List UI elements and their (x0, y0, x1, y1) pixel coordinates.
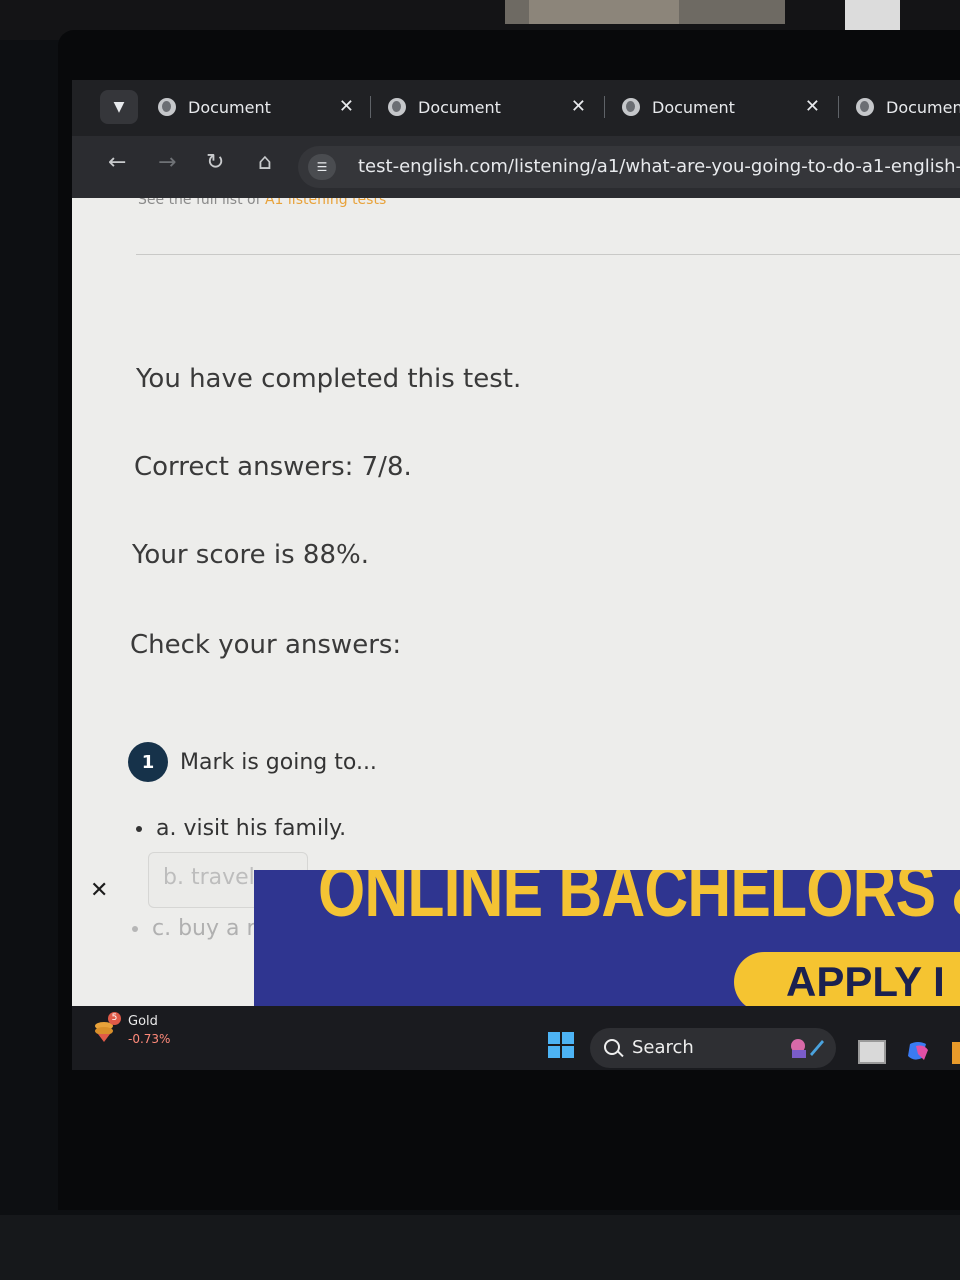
tab-strip: ▼ Document ✕ Document ✕ Document ✕ Docum… (72, 80, 960, 136)
question-text: Mark is going to... (180, 750, 377, 775)
taskbar: 5 Gold -0.73% Search (72, 1006, 960, 1070)
tab-search-button[interactable]: ▼ (100, 90, 138, 124)
tab-document-3[interactable]: Document ✕ (622, 90, 820, 124)
tab-document-2[interactable]: Document ✕ (388, 90, 586, 124)
option-a-label: a. visit his family. (156, 816, 347, 841)
tab-separator (370, 96, 371, 118)
tab-title: Document (886, 97, 960, 117)
reload-icon[interactable]: ↻ (206, 150, 224, 175)
taskbar-search[interactable]: Search (590, 1028, 836, 1068)
background-light (845, 0, 900, 30)
globe-icon (856, 98, 874, 116)
tab-separator (838, 96, 839, 118)
taskbar-folder-icon[interactable] (952, 1042, 960, 1064)
widget-badge: 5 (108, 1012, 121, 1025)
completed-message: You have completed this test. (136, 364, 522, 394)
listening-tests-link[interactable]: A1 listening tests (265, 198, 386, 208)
ad-banner[interactable]: ONLINE BACHELORS & I APPLY I (254, 870, 960, 1012)
globe-icon (622, 98, 640, 116)
score-text: Your score is 88%. (132, 540, 369, 570)
tab-title: Document (652, 97, 735, 117)
copilot-icon[interactable] (906, 1040, 930, 1062)
ad-headline: ONLINE BACHELORS & I (318, 870, 960, 932)
tab-title: Document (188, 97, 271, 117)
widget-change: -0.73% (128, 1032, 171, 1046)
search-highlight-icon (791, 1039, 824, 1058)
back-arrow-icon[interactable]: ← (108, 150, 126, 175)
close-icon[interactable]: ✕ (805, 96, 820, 117)
site-settings-icon[interactable]: ☰ (308, 154, 336, 180)
home-icon[interactable]: ⌂ (258, 150, 272, 175)
tab-document-4[interactable]: Document (856, 90, 960, 124)
search-icon (604, 1039, 620, 1055)
see-list-prefix: See the full list of (138, 198, 265, 208)
answer-option-a: a. visit his family. (136, 816, 346, 841)
desk-surface (0, 1215, 960, 1280)
chevron-down-icon: ▼ (113, 99, 125, 115)
ad-close-icon[interactable]: ✕ (90, 878, 108, 903)
tab-title: Document (418, 97, 501, 117)
globe-icon (158, 98, 176, 116)
browser-toolbar: ← → ↻ ⌂ ☰ test-english.com/listening/a1/… (72, 136, 960, 198)
question-number-badge: 1 (128, 742, 168, 782)
divider (136, 254, 960, 255)
tab-document-1[interactable]: Document ✕ (158, 90, 354, 124)
close-icon[interactable]: ✕ (571, 96, 586, 117)
search-label: Search (632, 1037, 694, 1058)
taskbar-app-icon[interactable] (858, 1040, 886, 1064)
tab-separator (604, 96, 605, 118)
option-b-label: b. travel (163, 865, 255, 890)
bullet-icon (136, 826, 142, 832)
ad-apply-button[interactable]: APPLY I (734, 952, 960, 1012)
see-full-list-text: See the full list of A1 listening tests (138, 198, 386, 208)
monitor-screen: ▼ Document ✕ Document ✕ Document ✕ Docum… (72, 80, 960, 1070)
background-photo-frame (505, 0, 785, 24)
check-answers-heading: Check your answers: (130, 630, 402, 660)
close-icon[interactable]: ✕ (339, 96, 354, 117)
globe-icon (388, 98, 406, 116)
forward-arrow-icon[interactable]: → (158, 150, 176, 175)
correct-answers-text: Correct answers: 7/8. (134, 452, 412, 482)
address-bar[interactable]: ☰ test-english.com/listening/a1/what-are… (298, 146, 960, 188)
answer-option-c: c. buy a r (132, 916, 256, 941)
bullet-icon (132, 926, 138, 932)
widget-name[interactable]: Gold (128, 1014, 158, 1029)
option-c-label: c. buy a r (152, 916, 256, 941)
url-text[interactable]: test-english.com/listening/a1/what-are-y… (358, 156, 960, 177)
windows-start-icon[interactable] (548, 1032, 574, 1058)
photo-frame-inner (529, 0, 679, 24)
